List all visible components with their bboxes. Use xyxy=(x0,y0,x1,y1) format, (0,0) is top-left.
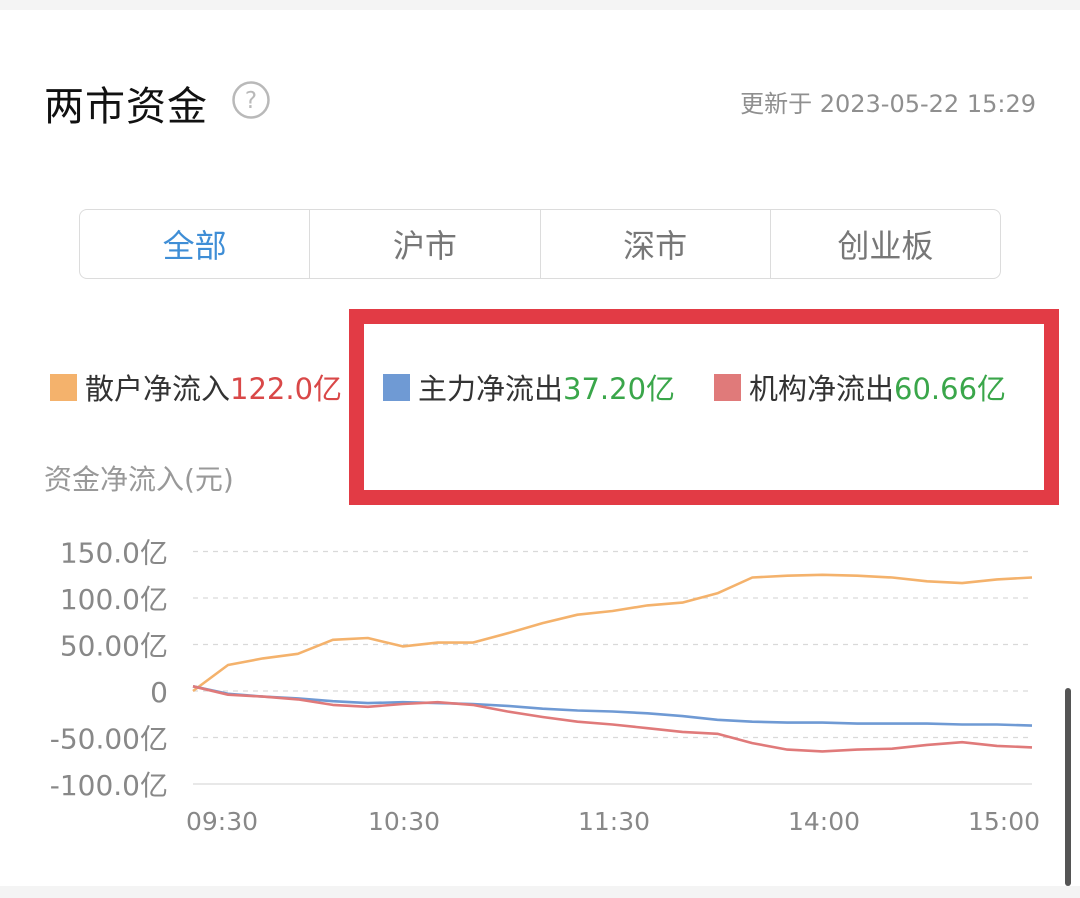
legend-retail: 散户净流入 122.0亿 xyxy=(50,366,342,408)
legend-main-label: 主力净流出 xyxy=(418,372,564,406)
series-line xyxy=(192,573,1033,693)
market-tabs: 全部 沪市 深市 创业板 xyxy=(79,209,1001,279)
y-tick-label: 150.0亿 xyxy=(60,537,168,570)
help-icon[interactable]: ? xyxy=(231,80,271,120)
x-tick-label: 11:30 xyxy=(578,807,650,836)
top-divider xyxy=(0,0,1080,10)
y-tick-label: 50.00亿 xyxy=(60,630,168,663)
y-tick-label: 0 xyxy=(150,676,168,709)
y-tick-label: -50.00亿 xyxy=(50,723,168,756)
x-tick-label: 15:00 xyxy=(968,807,1040,836)
tab-shanghai[interactable]: 沪市 xyxy=(309,210,539,278)
legend-institution: 机构净流出 60.66亿 xyxy=(714,366,1006,408)
legend-retail-label: 散户净流入 xyxy=(85,372,231,406)
page-title: 两市资金 xyxy=(44,84,208,130)
scrollbar[interactable] xyxy=(1065,688,1071,886)
x-tick-label: 10:30 xyxy=(368,807,440,836)
y-tick-label: -100.0亿 xyxy=(50,769,168,802)
legend-retail-value: 122.0亿 xyxy=(230,372,343,406)
legend-main: 主力净流出 37.20亿 xyxy=(383,366,675,408)
legend-main-value: 37.20亿 xyxy=(563,372,676,406)
series-line xyxy=(192,685,1033,727)
svg-text:?: ? xyxy=(245,88,257,114)
bottom-divider xyxy=(0,886,1080,898)
x-tick-label: 09:30 xyxy=(186,807,258,836)
legend-institution-value: 60.66亿 xyxy=(894,372,1007,406)
institution-swatch xyxy=(714,373,741,401)
legend-institution-label: 机构净流出 xyxy=(749,372,895,406)
update-time: 更新于 2023-05-22 15:29 xyxy=(740,90,1036,118)
tab-chinext[interactable]: 创业板 xyxy=(769,210,1000,278)
fund-flow-chart: 150.0亿 100.0亿 50.00亿 0 -50.00亿 -100.0亿 09:30 10… xyxy=(50,537,1040,837)
series-line xyxy=(192,685,1033,753)
main-swatch xyxy=(383,373,410,401)
x-tick-label: 14:00 xyxy=(788,807,860,836)
y-tick-label: 100.0亿 xyxy=(60,583,168,616)
retail-swatch xyxy=(50,373,77,401)
tab-all[interactable]: 全部 xyxy=(80,210,309,278)
y-axis-label: 资金净流入(元) xyxy=(44,463,234,496)
tab-shenzhen[interactable]: 深市 xyxy=(539,210,770,278)
